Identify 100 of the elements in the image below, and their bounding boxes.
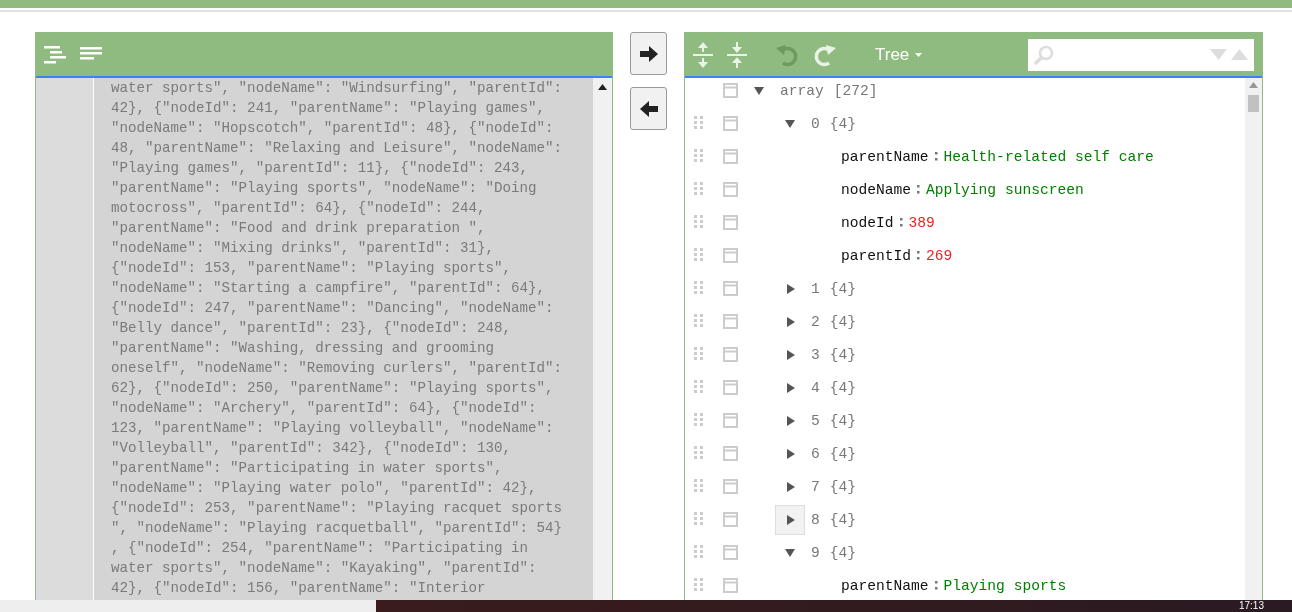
drag-handle-icon[interactable] xyxy=(694,445,704,462)
node-count: {4} xyxy=(829,445,857,462)
triangle-right-icon xyxy=(784,480,796,493)
node-count: {4} xyxy=(829,544,857,561)
copy-left-button[interactable] xyxy=(630,87,667,130)
node-index: 8 xyxy=(811,511,820,528)
select-box-icon[interactable] xyxy=(723,116,738,131)
code-line: oneself", "nodeName": "Removing curlers", "parentId": xyxy=(110,359,564,378)
node-index: array xyxy=(780,82,824,99)
select-box-icon[interactable] xyxy=(723,380,738,395)
code-line: "parentName": "Food and drink preparation ", xyxy=(110,219,487,238)
code-line: water sports", "nodeName": "Kayaking", "parentId": xyxy=(110,559,538,578)
field-key: parentId xyxy=(841,247,912,264)
code-line: 42}, {"nodeId": 241, "parentName": "Playing games", xyxy=(110,99,547,118)
arrow-right-icon xyxy=(639,45,658,62)
field-value[interactable]: 269 xyxy=(926,247,953,264)
code-line: 48, "parentName": "Relaxing and Leisure", "nodeName": xyxy=(110,139,564,158)
field-key: nodeName xyxy=(841,181,912,198)
select-box-icon[interactable] xyxy=(723,512,738,527)
code-line: "nodeName": "Hopscotch", "parentId": 48}, {"nodeId": xyxy=(110,119,555,138)
select-box-icon[interactable] xyxy=(723,149,738,164)
search-field[interactable] xyxy=(1028,38,1254,71)
select-box-icon[interactable] xyxy=(723,545,738,560)
compact-icon[interactable] xyxy=(80,46,102,63)
drag-handle-icon[interactable] xyxy=(694,379,704,396)
select-box-icon[interactable] xyxy=(723,83,738,98)
drag-handle-icon[interactable] xyxy=(694,313,704,330)
drag-handle-icon[interactable] xyxy=(694,478,704,495)
code-line: ", "nodeName": "Playing racquetball", "parentId": 54} xyxy=(110,519,564,538)
triangle-right-icon xyxy=(784,513,796,526)
drag-handle-icon[interactable] xyxy=(694,544,704,561)
triangle-right-icon xyxy=(784,447,796,460)
drag-handle-icon[interactable] xyxy=(694,214,704,231)
code-line: "parentName": "Washing, dressing and grooming xyxy=(110,339,495,358)
collapse-all-icon[interactable] xyxy=(727,41,747,68)
drag-handle-icon[interactable] xyxy=(694,247,704,264)
triangle-down-icon xyxy=(784,546,796,559)
code-line: {"nodeId": 247, "parentName": "Dancing", "nodeName": xyxy=(110,299,555,318)
expand-toggle[interactable] xyxy=(775,504,805,535)
code-line: "nodeName": "Mixing drinks", "parentId": 31}, xyxy=(110,239,495,258)
colon-icon xyxy=(917,184,921,195)
arrow-left-icon xyxy=(639,100,658,117)
field-value[interactable]: Health-related self care xyxy=(943,148,1154,165)
scroll-thumb[interactable] xyxy=(1248,95,1259,112)
select-box-icon[interactable] xyxy=(723,182,738,197)
triangle-right-icon xyxy=(784,315,796,328)
node-count: {4} xyxy=(829,412,857,429)
drag-handle-icon[interactable] xyxy=(694,346,704,363)
node-count: [272] xyxy=(833,82,878,99)
select-box-icon[interactable] xyxy=(723,215,738,230)
triangle-right-icon xyxy=(784,381,796,394)
copy-right-button[interactable] xyxy=(630,32,667,75)
search-icon xyxy=(1034,44,1054,65)
drag-handle-icon[interactable] xyxy=(694,148,704,165)
node-count: {4} xyxy=(829,280,857,297)
field-value[interactable]: 389 xyxy=(908,214,935,231)
triangle-down-icon xyxy=(753,84,765,97)
triangle-right-icon xyxy=(784,282,796,295)
format-icon[interactable] xyxy=(44,44,66,65)
drag-handle-icon[interactable] xyxy=(694,280,704,297)
colon-icon xyxy=(917,250,921,261)
field-value[interactable]: Playing sports xyxy=(943,577,1067,594)
code-line: "Belly dance", "parentId": 23}, {"nodeId": 248, xyxy=(110,319,513,338)
select-box-icon[interactable] xyxy=(723,347,738,362)
expand-all-icon[interactable] xyxy=(693,41,713,68)
scroll-up-icon[interactable] xyxy=(598,84,608,90)
field-key: parentName xyxy=(841,577,929,594)
select-box-icon[interactable] xyxy=(723,281,738,296)
node-index: 2 xyxy=(811,313,820,330)
drag-handle-icon[interactable] xyxy=(694,511,704,528)
drag-handle-icon[interactable] xyxy=(694,181,704,198)
code-line: "parentName": "Playing sports", "nodeName": "Doing xyxy=(110,179,538,198)
select-box-icon[interactable] xyxy=(723,578,738,593)
drag-handle-icon[interactable] xyxy=(694,412,704,429)
code-line: {"nodeId": 253, "parentName": "Playing racquet sports xyxy=(110,499,564,518)
node-index: 1 xyxy=(811,280,820,297)
drag-handle-icon[interactable] xyxy=(694,115,704,132)
colon-icon xyxy=(934,151,938,162)
redo-icon[interactable] xyxy=(813,42,837,67)
field-key: parentName xyxy=(841,148,929,165)
colon-icon xyxy=(899,217,903,228)
drag-handle-icon[interactable] xyxy=(694,577,704,594)
code-line: "nodeName": "Starting a campfire", "parentId": 64}, xyxy=(110,279,547,298)
node-count: {4} xyxy=(829,313,857,330)
code-line: 62}, {"nodeId": 250, "parentName": "Playing sports", xyxy=(110,379,555,398)
code-line: "parentName": "Participating in water sports", xyxy=(110,459,504,478)
select-box-icon[interactable] xyxy=(723,479,738,494)
scrollbar[interactable] xyxy=(1245,78,1262,601)
select-box-icon[interactable] xyxy=(723,446,738,461)
scrollbar[interactable] xyxy=(593,78,612,601)
next-result-icon[interactable] xyxy=(1210,49,1227,60)
field-key: nodeId xyxy=(841,214,894,231)
select-box-icon[interactable] xyxy=(723,413,738,428)
select-box-icon[interactable] xyxy=(723,314,738,329)
select-box-icon[interactable] xyxy=(723,248,738,263)
previous-result-icon[interactable] xyxy=(1231,49,1248,60)
field-value[interactable]: Applying sunscreen xyxy=(926,181,1084,198)
code-line: "nodeName": "Archery", "parentId": 64}, {"nodeId": xyxy=(110,399,538,418)
code-line: "Volleyball", "parentId": 342}, {"nodeId": 130, xyxy=(110,439,513,458)
caret-icon xyxy=(915,52,923,57)
